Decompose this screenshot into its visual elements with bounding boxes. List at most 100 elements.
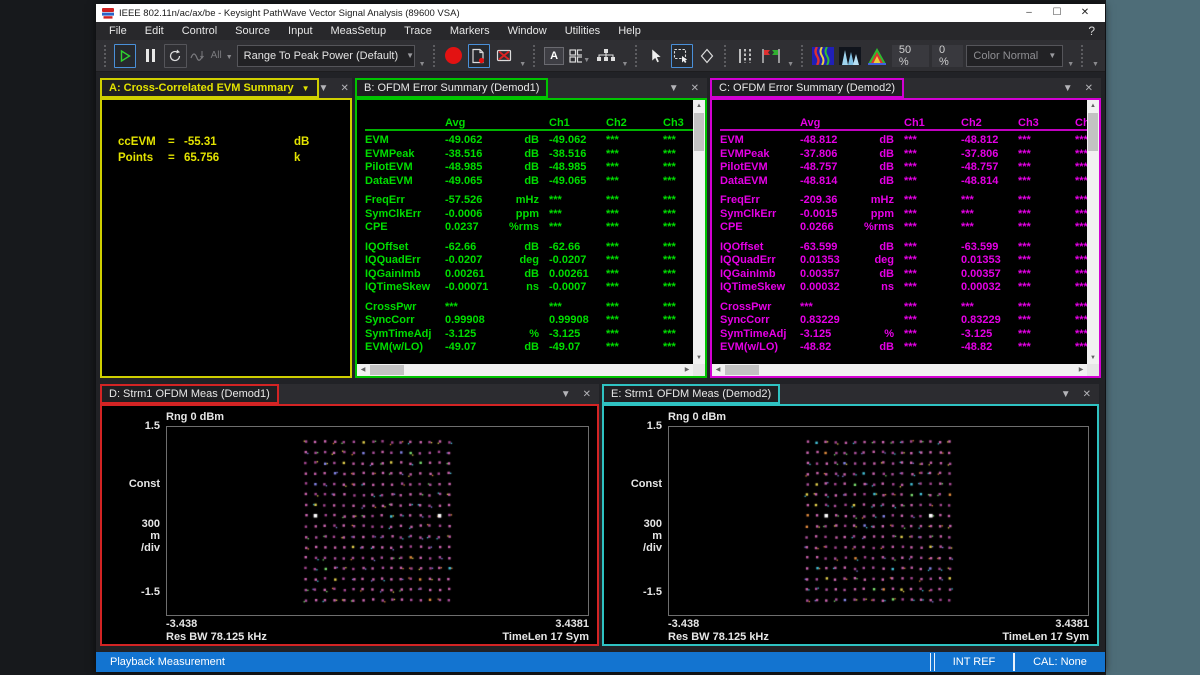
panel-b-title-tab[interactable]: B: OFDM Error Summary (Demod1)	[355, 78, 548, 98]
panel-d-body: Rng 0 dBm 1.5 Const 300 m /div -1.5 -3.4…	[100, 404, 599, 646]
menu-source[interactable]: Source	[226, 22, 279, 40]
all-label: All	[211, 50, 222, 61]
panel-a-header: A: Cross-Correlated EVM Summary ▼ ▼ ✕	[100, 78, 352, 98]
trace-intensity-0[interactable]: 0 %	[932, 45, 963, 67]
play-icon	[118, 49, 132, 63]
spectrogram-trace-button[interactable]	[811, 44, 835, 68]
panel-close-icon[interactable]: ✕	[583, 389, 591, 400]
table-row: IQOffset-62.66dB-62.66*********	[365, 241, 705, 255]
panel-close-icon[interactable]: ✕	[1085, 83, 1093, 94]
title-bar[interactable]: IEEE 802.11n/ac/ax/be - Keysight PathWav…	[96, 4, 1105, 22]
y-axis-format-label: Const	[102, 478, 160, 490]
panel-strm1-ofdm-meas-demod1: D: Strm1 OFDM Meas (Demod1) ▼ ✕ Rng 0 dB…	[100, 384, 599, 646]
chevron-down-icon[interactable]: ▼	[302, 84, 310, 93]
y-axis-scale-unit: m	[102, 530, 160, 542]
help-question-icon[interactable]: ?	[1088, 22, 1095, 40]
constellation-plot-area[interactable]	[668, 426, 1089, 616]
points-label: Points	[118, 152, 168, 164]
panel-e-title-tab[interactable]: E: Strm1 OFDM Meas (Demod2)	[602, 384, 780, 404]
menu-input[interactable]: Input	[279, 22, 321, 40]
y-axis-top-label: 1.5	[604, 420, 662, 432]
y-axis-scale-unit: m	[604, 530, 662, 542]
workspace: A: Cross-Correlated EVM Summary ▼ ▼ ✕ cc…	[96, 72, 1105, 652]
pause-button[interactable]	[139, 44, 161, 68]
restart-button[interactable]	[164, 44, 186, 68]
measurement-all-dropdown[interactable]: All ▼	[190, 48, 234, 64]
color-mode-combobox[interactable]: Color Normal ▼	[966, 45, 1063, 67]
panel-menu-icon[interactable]: ▼	[669, 83, 679, 94]
trace-intensity-50[interactable]: 50 %	[892, 45, 929, 67]
chevron-down-icon[interactable]: ▼	[786, 61, 795, 68]
zoom-select-tool-button[interactable]	[671, 44, 693, 68]
menu-edit[interactable]: Edit	[136, 22, 173, 40]
x-axis-max-label: 3.4381	[555, 618, 589, 630]
layout-grid-button[interactable]: ▼	[568, 44, 592, 68]
menu-file[interactable]: File	[100, 22, 136, 40]
marker-diamond-button[interactable]	[696, 44, 718, 68]
table-row: CrossPwr***************	[365, 301, 705, 315]
color-mode-value: Color Normal	[973, 50, 1040, 62]
chevron-down-icon[interactable]: ▼	[1091, 61, 1100, 68]
panel-c-title-tab[interactable]: C: OFDM Error Summary (Demod2)	[710, 78, 904, 98]
menu-utilities[interactable]: Utilities	[556, 22, 609, 40]
table-row: CrossPwr***************	[720, 301, 1099, 315]
panel-menu-icon[interactable]: ▼	[319, 83, 329, 94]
panel-close-icon[interactable]: ✕	[691, 83, 699, 94]
y-axis-scale-value: 300	[102, 518, 160, 530]
panel-menu-icon[interactable]: ▼	[1063, 83, 1073, 94]
constellation-plot-area[interactable]	[166, 426, 589, 616]
waterfall-trace-button[interactable]	[838, 44, 862, 68]
panel-close-icon[interactable]: ✕	[1083, 389, 1091, 400]
letter-a-icon: A	[544, 47, 564, 65]
minimize-button[interactable]: –	[1015, 5, 1043, 21]
discard-recording-button[interactable]	[493, 44, 515, 68]
menu-help[interactable]: Help	[609, 22, 650, 40]
band-lines-button[interactable]	[734, 44, 756, 68]
measurement-tree-button[interactable]	[595, 44, 617, 68]
chevron-down-icon[interactable]: ▼	[518, 61, 527, 68]
chevron-down-icon[interactable]: ▼	[418, 61, 427, 68]
chevron-down-icon[interactable]: ▼	[620, 61, 629, 68]
panel-b-body: AvgCh1Ch2Ch3Ch4EVM-49.062dB-49.062******…	[355, 98, 707, 378]
ofdm-error-table-demod2: AvgCh1Ch2Ch3Ch4EVM-48.812dB***-48.812***…	[712, 100, 1099, 355]
ccdf-trace-button[interactable]	[865, 44, 889, 68]
recording-playback-button[interactable]	[468, 44, 490, 68]
chevron-down-icon[interactable]: ▼	[1066, 61, 1075, 68]
vertical-scrollbar[interactable]: ▲▼	[693, 100, 705, 364]
menu-control[interactable]: Control	[173, 22, 226, 40]
menu-meassetup[interactable]: MeasSetup	[322, 22, 396, 40]
panel-menu-icon[interactable]: ▼	[1061, 389, 1071, 400]
table-row: FreqErr-57.526mHz************	[365, 194, 705, 208]
table-row: IQOffset-63.599dB***-63.599******	[720, 241, 1099, 255]
x-axis-min-label: -3.438	[166, 618, 197, 630]
y-axis-format-label: Const	[604, 478, 662, 490]
y-axis-scale-value: 300	[604, 518, 662, 530]
horizontal-scrollbar[interactable]: ◀▶	[712, 364, 1087, 376]
panel-d-title-tab[interactable]: D: Strm1 OFDM Meas (Demod1)	[100, 384, 279, 404]
panel-menu-icon[interactable]: ▼	[561, 389, 571, 400]
menu-trace[interactable]: Trace	[395, 22, 441, 40]
int-ref-indicator[interactable]: INT REF	[935, 652, 1013, 672]
window-title: IEEE 802.11n/ac/ax/be - Keysight PathWav…	[119, 8, 1015, 19]
panel-close-icon[interactable]: ✕	[340, 83, 348, 94]
cal-indicator[interactable]: CAL: None	[1015, 652, 1105, 672]
record-button[interactable]	[442, 44, 464, 68]
marker-flags-button[interactable]	[759, 44, 783, 68]
maximize-button[interactable]: ☐	[1043, 5, 1071, 21]
horizontal-scrollbar[interactable]: ◀▶	[357, 364, 693, 376]
annotation-button[interactable]: A	[543, 44, 565, 68]
vertical-scrollbar[interactable]: ▲▼	[1087, 100, 1099, 364]
range-annotation: Rng 0 dBm	[668, 411, 726, 423]
close-button[interactable]: ✕	[1071, 5, 1099, 21]
panel-a-title: A: Cross-Correlated EVM Summary	[109, 82, 294, 94]
toolbar-separator	[801, 45, 805, 67]
table-row: SymClkErr-0.0006ppm************	[365, 208, 705, 222]
menu-markers[interactable]: Markers	[441, 22, 499, 40]
panel-a-title-tab[interactable]: A: Cross-Correlated EVM Summary ▼	[100, 78, 319, 98]
table-row: EVM(w/LO)-49.07dB-49.07*********	[365, 341, 705, 355]
play-button[interactable]	[114, 44, 136, 68]
pointer-tool-button[interactable]	[645, 44, 667, 68]
range-select-combobox[interactable]: Range To Peak Power (Default) ▼	[237, 45, 415, 67]
menu-window[interactable]: Window	[499, 22, 556, 40]
panel-c-header: C: OFDM Error Summary (Demod2) ▼ ✕	[710, 78, 1101, 98]
